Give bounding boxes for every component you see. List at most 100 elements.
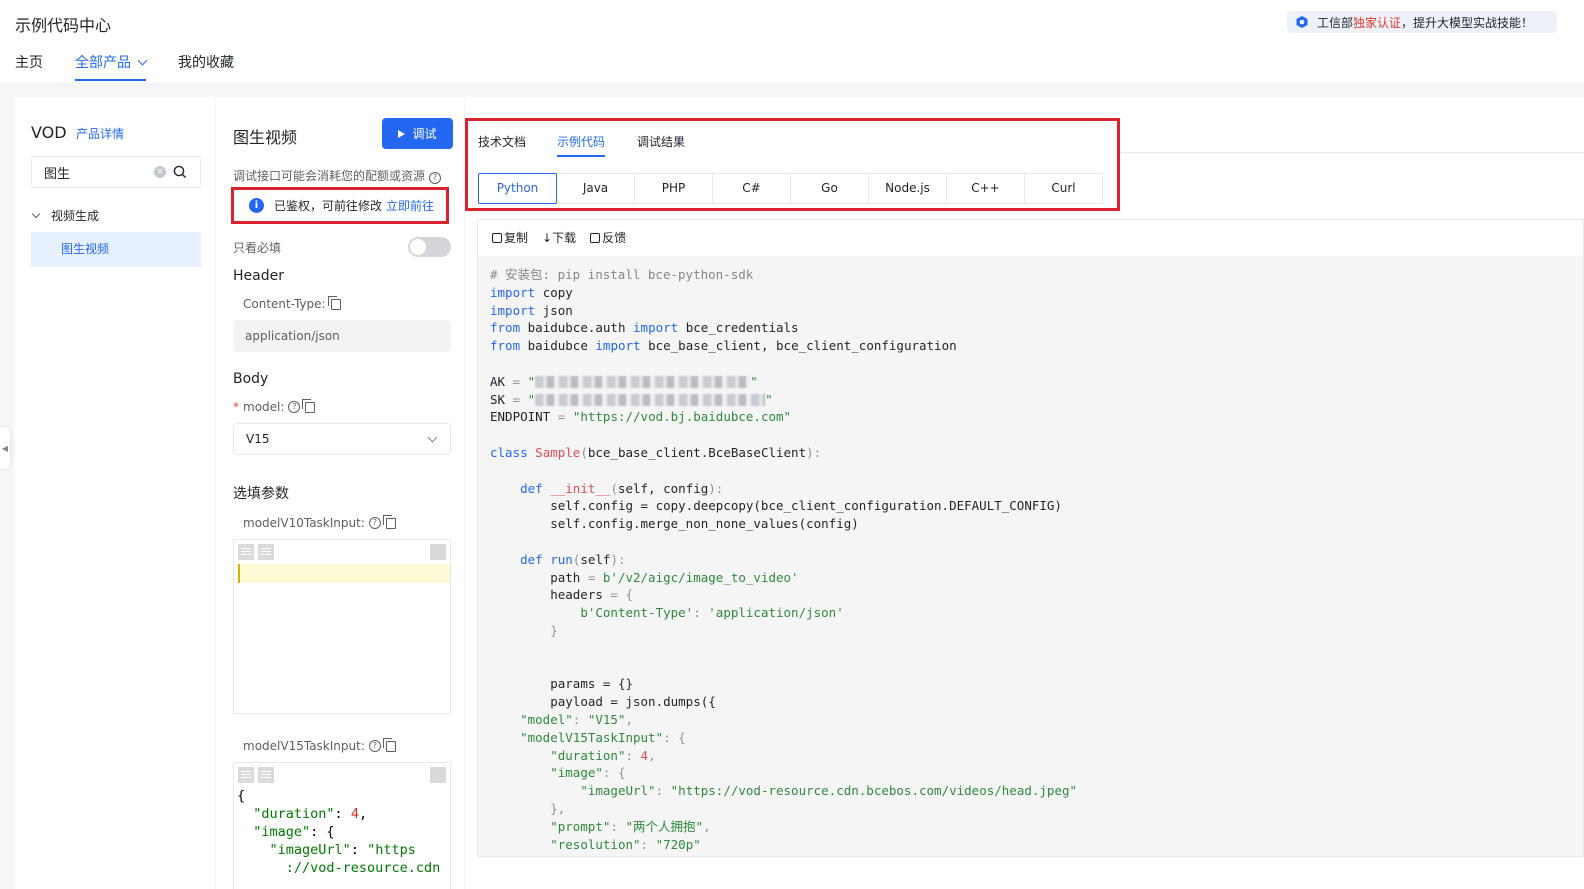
lang-php[interactable]: PHP (634, 173, 713, 204)
format-icon[interactable] (238, 544, 254, 560)
download-code-label: 下载 (552, 231, 577, 245)
json-value: "https (367, 842, 416, 858)
code-block[interactable]: # 安装包: pip install bce-python-sdk import… (478, 256, 1583, 856)
body-section-title: Body (233, 371, 269, 387)
code-token: self.config = copy.deepcopy(bce_client_c… (550, 498, 1062, 514)
optional-params-title: 选填参数 (233, 486, 289, 502)
content-type-label-text: Content-Type: (243, 297, 326, 311)
lang-nodejs[interactable]: Node.js (868, 173, 947, 204)
tree-group-video-generation[interactable]: 视频生成 (31, 207, 100, 224)
code-toolbar: 复制 ↓ 下载 反馈 (478, 220, 1583, 255)
model-v10-json-editor[interactable] (233, 539, 451, 714)
feedback-label: 反馈 (602, 231, 627, 245)
code-token: bce_credentials (685, 320, 799, 336)
json-key: "image" (253, 824, 311, 840)
code-string: "prompt" (550, 818, 611, 834)
code-token: bce_base_client, bce_client_configuratio… (648, 338, 957, 354)
info-icon: i (249, 198, 264, 213)
promo-notice[interactable]: 工信部 独家认证 ，提升大模型实战技能！ (1287, 11, 1557, 33)
lang-go[interactable]: Go (790, 173, 869, 204)
tab-sample-code[interactable]: 示例代码 (557, 133, 606, 157)
model-label: * model:? (233, 398, 316, 414)
lang-java[interactable]: Java (556, 173, 635, 204)
cost-tip-text: 调试接口可能会消耗您的配额或资源 (233, 169, 426, 183)
code-text: # 安装包: pip install bce-python-sdk import… (490, 267, 1078, 852)
nav-tab-label: 我的收藏 (178, 55, 234, 71)
code-token: AK (490, 373, 506, 389)
main-nav: 主页 全部产品 我的收藏 (15, 52, 266, 82)
code-string: b'Content-Type' (580, 605, 694, 621)
top-header: 示例代码中心 工信部 独家认证 ，提升大模型实战技能！ 主页 全部产品 我的收藏 (0, 0, 1584, 82)
editor-toolbar (234, 763, 450, 787)
auth-status-alert: i 已鉴权，可前往修改 立即前往 (231, 187, 449, 224)
nav-tab-favorites[interactable]: 我的收藏 (178, 52, 234, 82)
product-sidebar: VOD 产品详情 图生 × 视频生成 图生视频 (15, 97, 215, 889)
copy-icon[interactable] (382, 737, 396, 752)
lang-curl[interactable]: Curl (1024, 173, 1103, 204)
model-v10-label: modelV10TaskInput:? (243, 514, 396, 530)
tab-debug-result[interactable]: 调试结果 (637, 133, 685, 150)
lang-python[interactable]: Python (478, 173, 557, 204)
code-string: "model" (520, 711, 573, 727)
nav-tab-label: 全部产品 (75, 55, 131, 71)
auth-goto-link[interactable]: 立即前往 (386, 197, 434, 214)
chevron-left-icon: ◀ (1, 443, 9, 453)
product-name: VOD (31, 123, 67, 142)
content-type-label: Content-Type: (243, 295, 341, 311)
copy-icon[interactable] (302, 398, 316, 413)
language-selector: Python Java PHP C# Go Node.js C++ Curl (478, 173, 1103, 204)
content-type-input: application/json (233, 320, 451, 352)
download-code-button[interactable]: ↓ 下载 (542, 229, 576, 246)
header-section-title: Header (233, 268, 284, 284)
json-key: "imageUrl" (269, 842, 351, 858)
format-icon[interactable] (238, 767, 254, 783)
code-string: "两个人拥抱" (625, 818, 704, 834)
copy-icon[interactable] (382, 514, 396, 529)
code-string: b'/v2/aigc/image_to_video' (602, 569, 799, 585)
nav-tab-all-products[interactable]: 全部产品 (75, 52, 148, 82)
help-icon[interactable]: ? (288, 401, 301, 413)
fullscreen-icon[interactable] (430, 767, 446, 783)
required-only-toggle[interactable] (408, 237, 451, 257)
copy-code-button[interactable]: 复制 (492, 229, 528, 246)
fullscreen-icon[interactable] (430, 544, 446, 560)
help-icon[interactable]: ? (429, 172, 442, 184)
product-detail-link[interactable]: 产品详情 (76, 125, 124, 142)
debug-button[interactable]: 调试 (382, 118, 453, 149)
feedback-icon (590, 232, 601, 243)
api-search-input[interactable]: 图生 × (31, 156, 201, 188)
sidebar-collapse-handle[interactable]: ◀ (0, 427, 10, 469)
model-select[interactable]: V15 (233, 423, 451, 455)
required-only-label: 只看必填 (233, 241, 282, 255)
clear-icon[interactable]: × (154, 166, 166, 178)
compact-icon[interactable] (258, 767, 274, 783)
code-string: "modelV15TaskInput" (520, 729, 664, 745)
code-token: payload = json.dumps({ (550, 694, 716, 710)
redacted-sk (535, 394, 766, 407)
model-select-value: V15 (246, 432, 270, 446)
compact-icon[interactable] (258, 544, 274, 560)
help-icon[interactable]: ? (368, 517, 381, 529)
help-icon[interactable]: ? (368, 740, 381, 752)
debug-button-label: 调试 (412, 127, 437, 141)
code-string: "resolution" (550, 836, 641, 852)
lang-csharp[interactable]: C# (712, 173, 791, 204)
copy-icon (492, 232, 502, 243)
copy-code-label: 复制 (504, 231, 529, 245)
nav-tab-home[interactable]: 主页 (15, 52, 43, 82)
model-v15-json-editor[interactable]: { "duration": 4, "image": { "imageUrl": … (233, 762, 451, 889)
chevron-down-icon (31, 209, 41, 218)
tree-group-label: 视频生成 (51, 209, 100, 223)
search-value: 图生 (44, 166, 71, 182)
feedback-button[interactable]: 反馈 (590, 229, 626, 246)
tab-tech-docs[interactable]: 技术文档 (478, 133, 526, 150)
nav-tab-label: 主页 (15, 55, 43, 71)
search-icon[interactable] (173, 165, 187, 179)
code-string: "V15" (587, 711, 626, 727)
code-string: 'application/json' (708, 605, 844, 621)
tree-item-image-to-video[interactable]: 图生视频 (31, 232, 201, 267)
copy-icon[interactable] (327, 295, 341, 310)
code-token: bce_base_client.BceBaseClient (587, 444, 807, 460)
code-string: "https://vod.bj.baidubce.com" (572, 409, 792, 425)
lang-cpp[interactable]: C++ (946, 173, 1025, 204)
